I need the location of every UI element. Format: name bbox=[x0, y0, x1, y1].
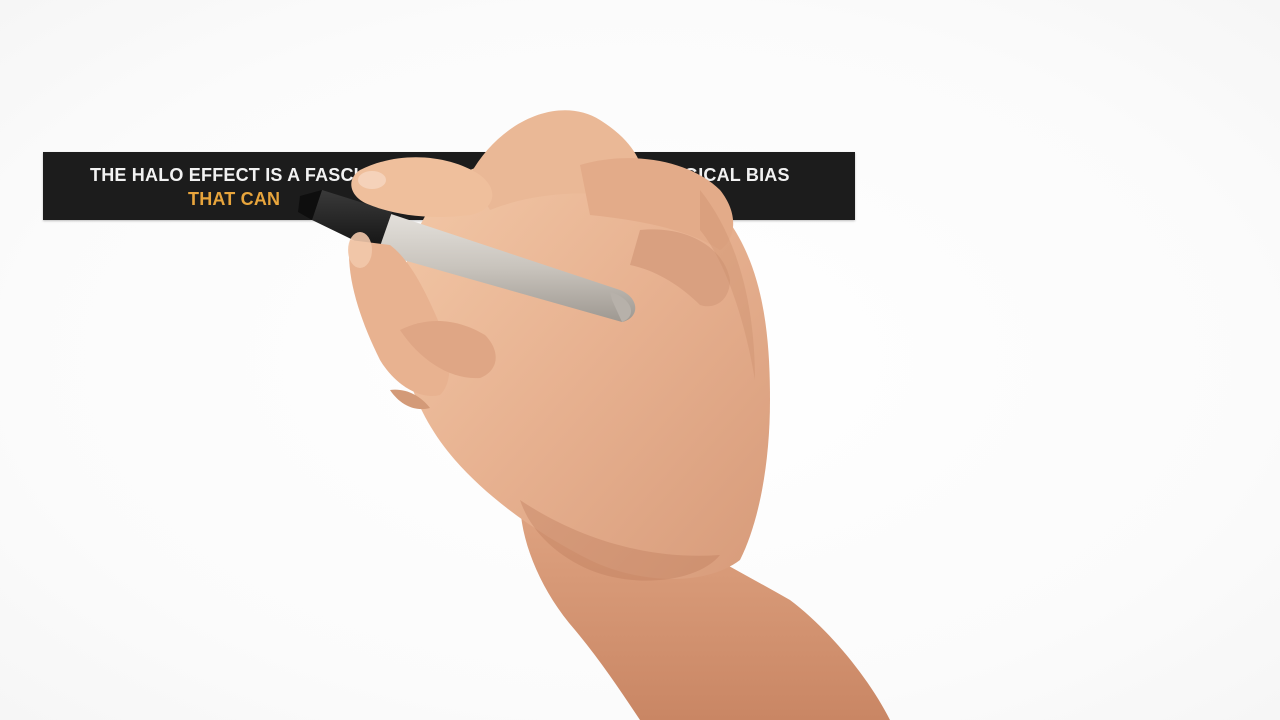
forearm bbox=[520, 470, 890, 720]
curled-fingers bbox=[348, 232, 496, 410]
hand-holding-marker-icon bbox=[298, 110, 890, 720]
caption-bar: THE HALO EFFECT IS A FASCI CHOLOGICAL BI… bbox=[43, 152, 855, 220]
hand-shading bbox=[520, 190, 755, 581]
whiteboard-canvas: THE HALO EFFECT IS A FASCI CHOLOGICAL BI… bbox=[0, 0, 1280, 720]
caption-line2-highlight: THAT CAN bbox=[188, 189, 281, 209]
caption-line1-start: THE HALO EFFECT IS A FASCI bbox=[90, 165, 359, 185]
caption-line1-end: CHOLOGICAL BIAS bbox=[618, 165, 790, 185]
